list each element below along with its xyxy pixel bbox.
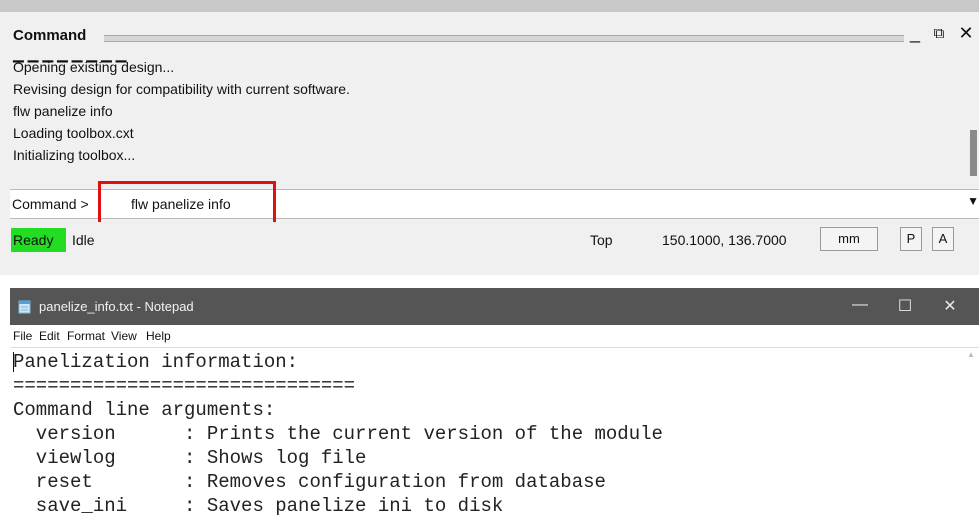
history-line: flw panelize info xyxy=(13,103,113,119)
text-line: Command line arguments: xyxy=(13,399,276,421)
notepad-title: panelize_info.txt - Notepad xyxy=(39,299,194,314)
command-prompt: Command > xyxy=(12,196,89,212)
menu-file[interactable]: File xyxy=(13,329,32,343)
command-title: Command xyxy=(13,27,87,44)
notepad-scrollbar[interactable]: ▲ xyxy=(964,348,979,526)
maximize-icon[interactable]: ☐ xyxy=(890,296,920,316)
coordinate-readout: 150.1000, 136.7000 xyxy=(662,232,787,248)
history-line: Opening existing design... xyxy=(13,59,175,75)
menu-help[interactable]: Help xyxy=(146,329,171,343)
view-label: Top xyxy=(590,232,613,248)
command-panel: Command _ ⧉ ✕ ▁ ▁ ▁ ▁ ▁ ▁ ▁ ▁ Opening ex… xyxy=(0,0,979,275)
p-button[interactable]: P xyxy=(900,227,922,251)
minimize-icon[interactable]: _ xyxy=(903,23,927,44)
text-line: viewlog : Shows log file xyxy=(13,447,367,469)
history-line: Revising design for compatibility with c… xyxy=(13,81,350,97)
menu-edit[interactable]: Edit xyxy=(39,329,60,343)
units-button[interactable]: mm xyxy=(820,227,878,251)
notepad-text-area[interactable]: Panelization information: ==============… xyxy=(10,347,979,526)
command-title-bar[interactable]: Command _ ⧉ ✕ xyxy=(10,14,979,54)
text-line: save_ini : Saves panelize ini to disk xyxy=(13,495,504,517)
mode-status: Idle xyxy=(72,232,95,248)
text-line: Panelization information: xyxy=(13,351,299,373)
text-line: version : Prints the current version of … xyxy=(13,423,663,445)
notepad-icon xyxy=(18,300,31,314)
top-strip xyxy=(0,0,979,12)
command-history[interactable]: ▁ ▁ ▁ ▁ ▁ ▁ ▁ ▁ Opening existing design.… xyxy=(10,56,979,184)
chevron-down-icon[interactable]: ▼ xyxy=(967,194,979,208)
history-scrollbar[interactable] xyxy=(968,56,979,184)
history-line: Initializing toolbox... xyxy=(13,147,136,163)
close-icon[interactable]: ✕ xyxy=(954,23,978,44)
close-icon[interactable]: ✕ xyxy=(935,296,965,316)
text-line: ============================== xyxy=(13,375,356,397)
text-line: reset : Removes configuration from datab… xyxy=(13,471,606,493)
drag-grip[interactable] xyxy=(104,35,904,42)
ready-status: Ready xyxy=(11,228,66,252)
restore-icon[interactable]: ⧉ xyxy=(927,25,951,42)
highlight-annotation xyxy=(98,181,276,226)
history-line: Loading toolbox.cxt xyxy=(13,125,134,141)
a-button[interactable]: A xyxy=(932,227,954,251)
scrollbar-thumb[interactable] xyxy=(970,130,977,176)
minimize-icon[interactable]: — xyxy=(845,296,875,314)
status-bar: Ready Idle Top 150.1000, 136.7000 mm P A xyxy=(10,222,979,256)
menu-view[interactable]: View xyxy=(111,329,137,343)
notepad-title-bar[interactable]: panelize_info.txt - Notepad — ☐ ✕ xyxy=(10,288,979,325)
scroll-up-icon[interactable]: ▲ xyxy=(967,350,975,359)
notepad-menu-bar: File Edit Format View Help xyxy=(10,325,979,347)
menu-format[interactable]: Format xyxy=(67,329,105,343)
